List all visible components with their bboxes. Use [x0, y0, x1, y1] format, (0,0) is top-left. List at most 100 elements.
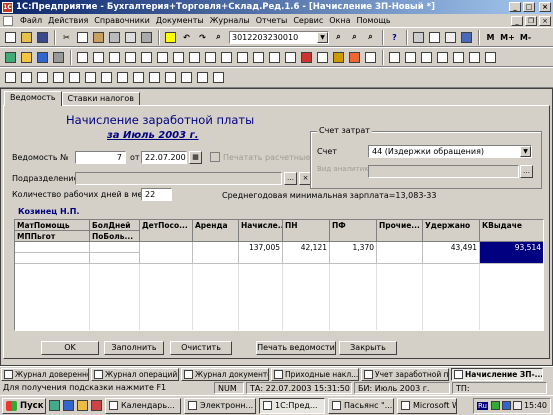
grid-header-arenda[interactable]: Аренда: [193, 220, 239, 242]
grid-header-detposob[interactable]: ДетПосо...: [140, 220, 193, 242]
calendar-icon[interactable]: [427, 30, 442, 45]
notes-icon[interactable]: [443, 30, 458, 45]
directory-icon[interactable]: [219, 50, 234, 65]
document-icon[interactable]: [51, 70, 66, 85]
find-icon[interactable]: [139, 30, 154, 45]
fill-button[interactable]: Заполнить: [104, 341, 164, 355]
menu-windows[interactable]: Окна: [326, 16, 353, 25]
grid-header-uderzhano[interactable]: Удержано: [423, 220, 480, 242]
print-preview-icon[interactable]: [123, 30, 138, 45]
minimize-button[interactable]: _: [509, 2, 521, 12]
bookmark-icon[interactable]: [163, 30, 178, 45]
paste-icon[interactable]: [91, 30, 106, 45]
directory-icon[interactable]: [363, 50, 378, 65]
menu-journals[interactable]: Журналы: [207, 16, 253, 25]
document-icon[interactable]: [35, 70, 50, 85]
salary-grid[interactable]: МатПомощь БолДней ДетПосо... Аренда Начи…: [14, 219, 544, 331]
ok-button[interactable]: OK: [41, 341, 99, 355]
transactions-icon[interactable]: [35, 50, 50, 65]
account-select[interactable]: 44 (Издержки обращения): [368, 145, 532, 158]
window-tab-active[interactable]: Начисление ЗП-...: [451, 367, 543, 381]
close-button[interactable]: ×: [539, 2, 551, 12]
maximize-button[interactable]: □: [523, 2, 535, 12]
directory-icon[interactable]: [203, 50, 218, 65]
memory-button[interactable]: M: [483, 30, 498, 45]
document-icon[interactable]: [83, 70, 98, 85]
cut-icon[interactable]: ✂: [59, 30, 74, 45]
analytics-select-button[interactable]: …: [520, 165, 533, 178]
vedomost-number-field[interactable]: 7: [75, 151, 126, 164]
directory-icon[interactable]: [123, 50, 138, 65]
search-next-icon[interactable]: ⌕: [331, 30, 346, 45]
tab-tax-rates[interactable]: Ставки налогов: [61, 92, 140, 105]
report-icon[interactable]: [403, 50, 418, 65]
menu-file[interactable]: Файл: [17, 16, 45, 25]
quicklaunch-icon[interactable]: [91, 400, 102, 411]
report-icon[interactable]: [419, 50, 434, 65]
calculator-icon[interactable]: [411, 30, 426, 45]
chart-accounts-icon[interactable]: [3, 50, 18, 65]
binoculars-icon[interactable]: ⌕: [211, 30, 226, 45]
date-field[interactable]: 22.07.2003: [141, 151, 187, 164]
directory-icon[interactable]: [107, 50, 122, 65]
grid-cell-mplgot[interactable]: [15, 253, 90, 264]
directory-icon[interactable]: [155, 50, 170, 65]
taskbar-button[interactable]: Календарь...: [105, 397, 181, 414]
grid-cell-pf[interactable]: 1,370: [330, 242, 377, 264]
window-tab[interactable]: Журнал операций ...: [91, 367, 179, 381]
tab-vedomost[interactable]: Ведомость: [4, 91, 62, 106]
menu-actions[interactable]: Действия: [45, 16, 91, 25]
document-icon[interactable]: [3, 15, 13, 26]
employees-icon[interactable]: [299, 50, 314, 65]
quicklaunch-icon[interactable]: [63, 400, 74, 411]
directory-icon[interactable]: [315, 50, 330, 65]
directory-icon[interactable]: [267, 50, 282, 65]
filter-icon[interactable]: [51, 50, 66, 65]
mdi-restore-button[interactable]: ❐: [525, 15, 537, 26]
mdi-close-button[interactable]: ×: [539, 15, 551, 26]
grid-cell-pn[interactable]: 42,121: [283, 242, 330, 264]
report-icon[interactable]: [483, 50, 498, 65]
copy-icon[interactable]: [75, 30, 90, 45]
help-icon[interactable]: ?: [387, 30, 402, 45]
new-document-icon[interactable]: [3, 30, 18, 45]
report-icon[interactable]: [435, 50, 450, 65]
report-icon[interactable]: [467, 50, 482, 65]
document-icon[interactable]: [3, 70, 18, 85]
search-combo[interactable]: 3012203230010 ▼: [229, 30, 329, 44]
menu-documents[interactable]: Документы: [153, 16, 207, 25]
grid-header-boldney[interactable]: БолДней: [90, 220, 140, 231]
document-icon[interactable]: [163, 70, 178, 85]
tray-icon[interactable]: [501, 401, 511, 410]
directory-icon[interactable]: [283, 50, 298, 65]
grid-cell-uderzhano[interactable]: 43,491: [423, 242, 480, 264]
directory-icon[interactable]: [251, 50, 266, 65]
taskbar-button[interactable]: Электронн...: [184, 397, 256, 414]
analytics-field[interactable]: [368, 165, 519, 178]
grid-header-mplgot[interactable]: МППьгот: [15, 231, 90, 242]
memory-plus-button[interactable]: M+: [499, 30, 516, 45]
directory-icon[interactable]: [187, 50, 202, 65]
close-form-button[interactable]: Закрыть: [339, 341, 397, 355]
directory-icon[interactable]: [91, 50, 106, 65]
clear-button[interactable]: Очистить: [170, 341, 232, 355]
document-icon[interactable]: [147, 70, 162, 85]
window-tab[interactable]: Журнал доверенно...: [1, 367, 89, 381]
department-select-button[interactable]: …: [284, 172, 297, 185]
memory-minus-button[interactable]: M-: [517, 30, 534, 45]
grid-cell-pobolnichnomu[interactable]: [90, 253, 140, 264]
report-icon[interactable]: [451, 50, 466, 65]
taskbar-button-active[interactable]: 1С:Пред...: [259, 397, 325, 414]
window-tab[interactable]: Приходные накл...: [271, 367, 359, 381]
menu-help[interactable]: Помощь: [354, 16, 394, 25]
clock[interactable]: 15:40: [524, 401, 547, 410]
directory-icon[interactable]: [75, 50, 90, 65]
taskbar-button[interactable]: Microsoft W...: [397, 397, 457, 414]
directory-icon[interactable]: [139, 50, 154, 65]
grid-cell-nachisleno[interactable]: 137,005: [239, 242, 283, 264]
document-icon[interactable]: [99, 70, 114, 85]
print-checkbox[interactable]: [210, 152, 220, 162]
quicklaunch-icon[interactable]: [49, 400, 60, 411]
search-prev-icon[interactable]: ⌕: [347, 30, 362, 45]
workdays-field[interactable]: 22: [141, 188, 172, 201]
